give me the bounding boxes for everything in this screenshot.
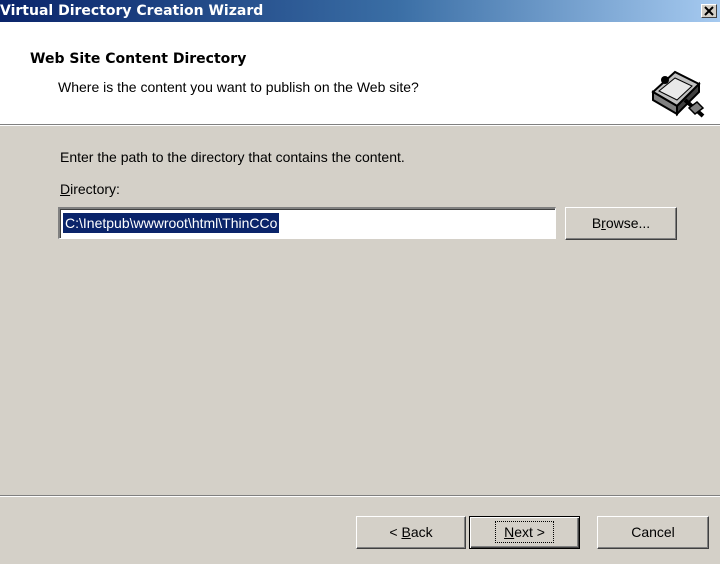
next-button[interactable]: Next > (469, 516, 580, 549)
directory-input[interactable]: C:\Inetpub\wwwroot\html\ThinCCo (58, 207, 556, 239)
next-focus-rect: Next > (495, 521, 554, 543)
wizard-window: Virtual Directory Creation Wizard Web Si… (0, 0, 720, 564)
directory-label: Directory: (60, 181, 120, 197)
browse-pre: B (591, 215, 602, 231)
cancel-button[interactable]: Cancel (597, 516, 709, 549)
wizard-header: Web Site Content Directory Where is the … (0, 22, 720, 124)
back-button[interactable]: < Back (356, 516, 466, 549)
browse-post: owse... (605, 215, 651, 231)
title-bar[interactable]: Virtual Directory Creation Wizard (0, 0, 720, 22)
page-title: Web Site Content Directory (30, 51, 247, 67)
back-post: ack (410, 524, 433, 540)
close-button[interactable] (701, 4, 717, 18)
header-separator (0, 124, 720, 126)
window-title: Virtual Directory Creation Wizard (0, 3, 264, 19)
back-pre: < (389, 524, 402, 540)
page-subtitle: Where is the content you want to publish… (58, 79, 419, 95)
directory-label-rest: irectory: (70, 181, 120, 197)
footer-separator (0, 495, 720, 497)
directory-value: C:\Inetpub\wwwroot\html\ThinCCo (63, 213, 280, 233)
instruction-text: Enter the path to the directory that con… (60, 149, 405, 165)
next-post: ext > (514, 524, 545, 540)
back-mnemonic: B (401, 524, 411, 540)
folder-wizard-icon (645, 62, 707, 124)
next-mnemonic: N (504, 524, 515, 540)
close-icon (704, 6, 714, 16)
directory-label-mnemonic: D (60, 181, 71, 197)
browse-button[interactable]: Browse... (565, 207, 677, 240)
